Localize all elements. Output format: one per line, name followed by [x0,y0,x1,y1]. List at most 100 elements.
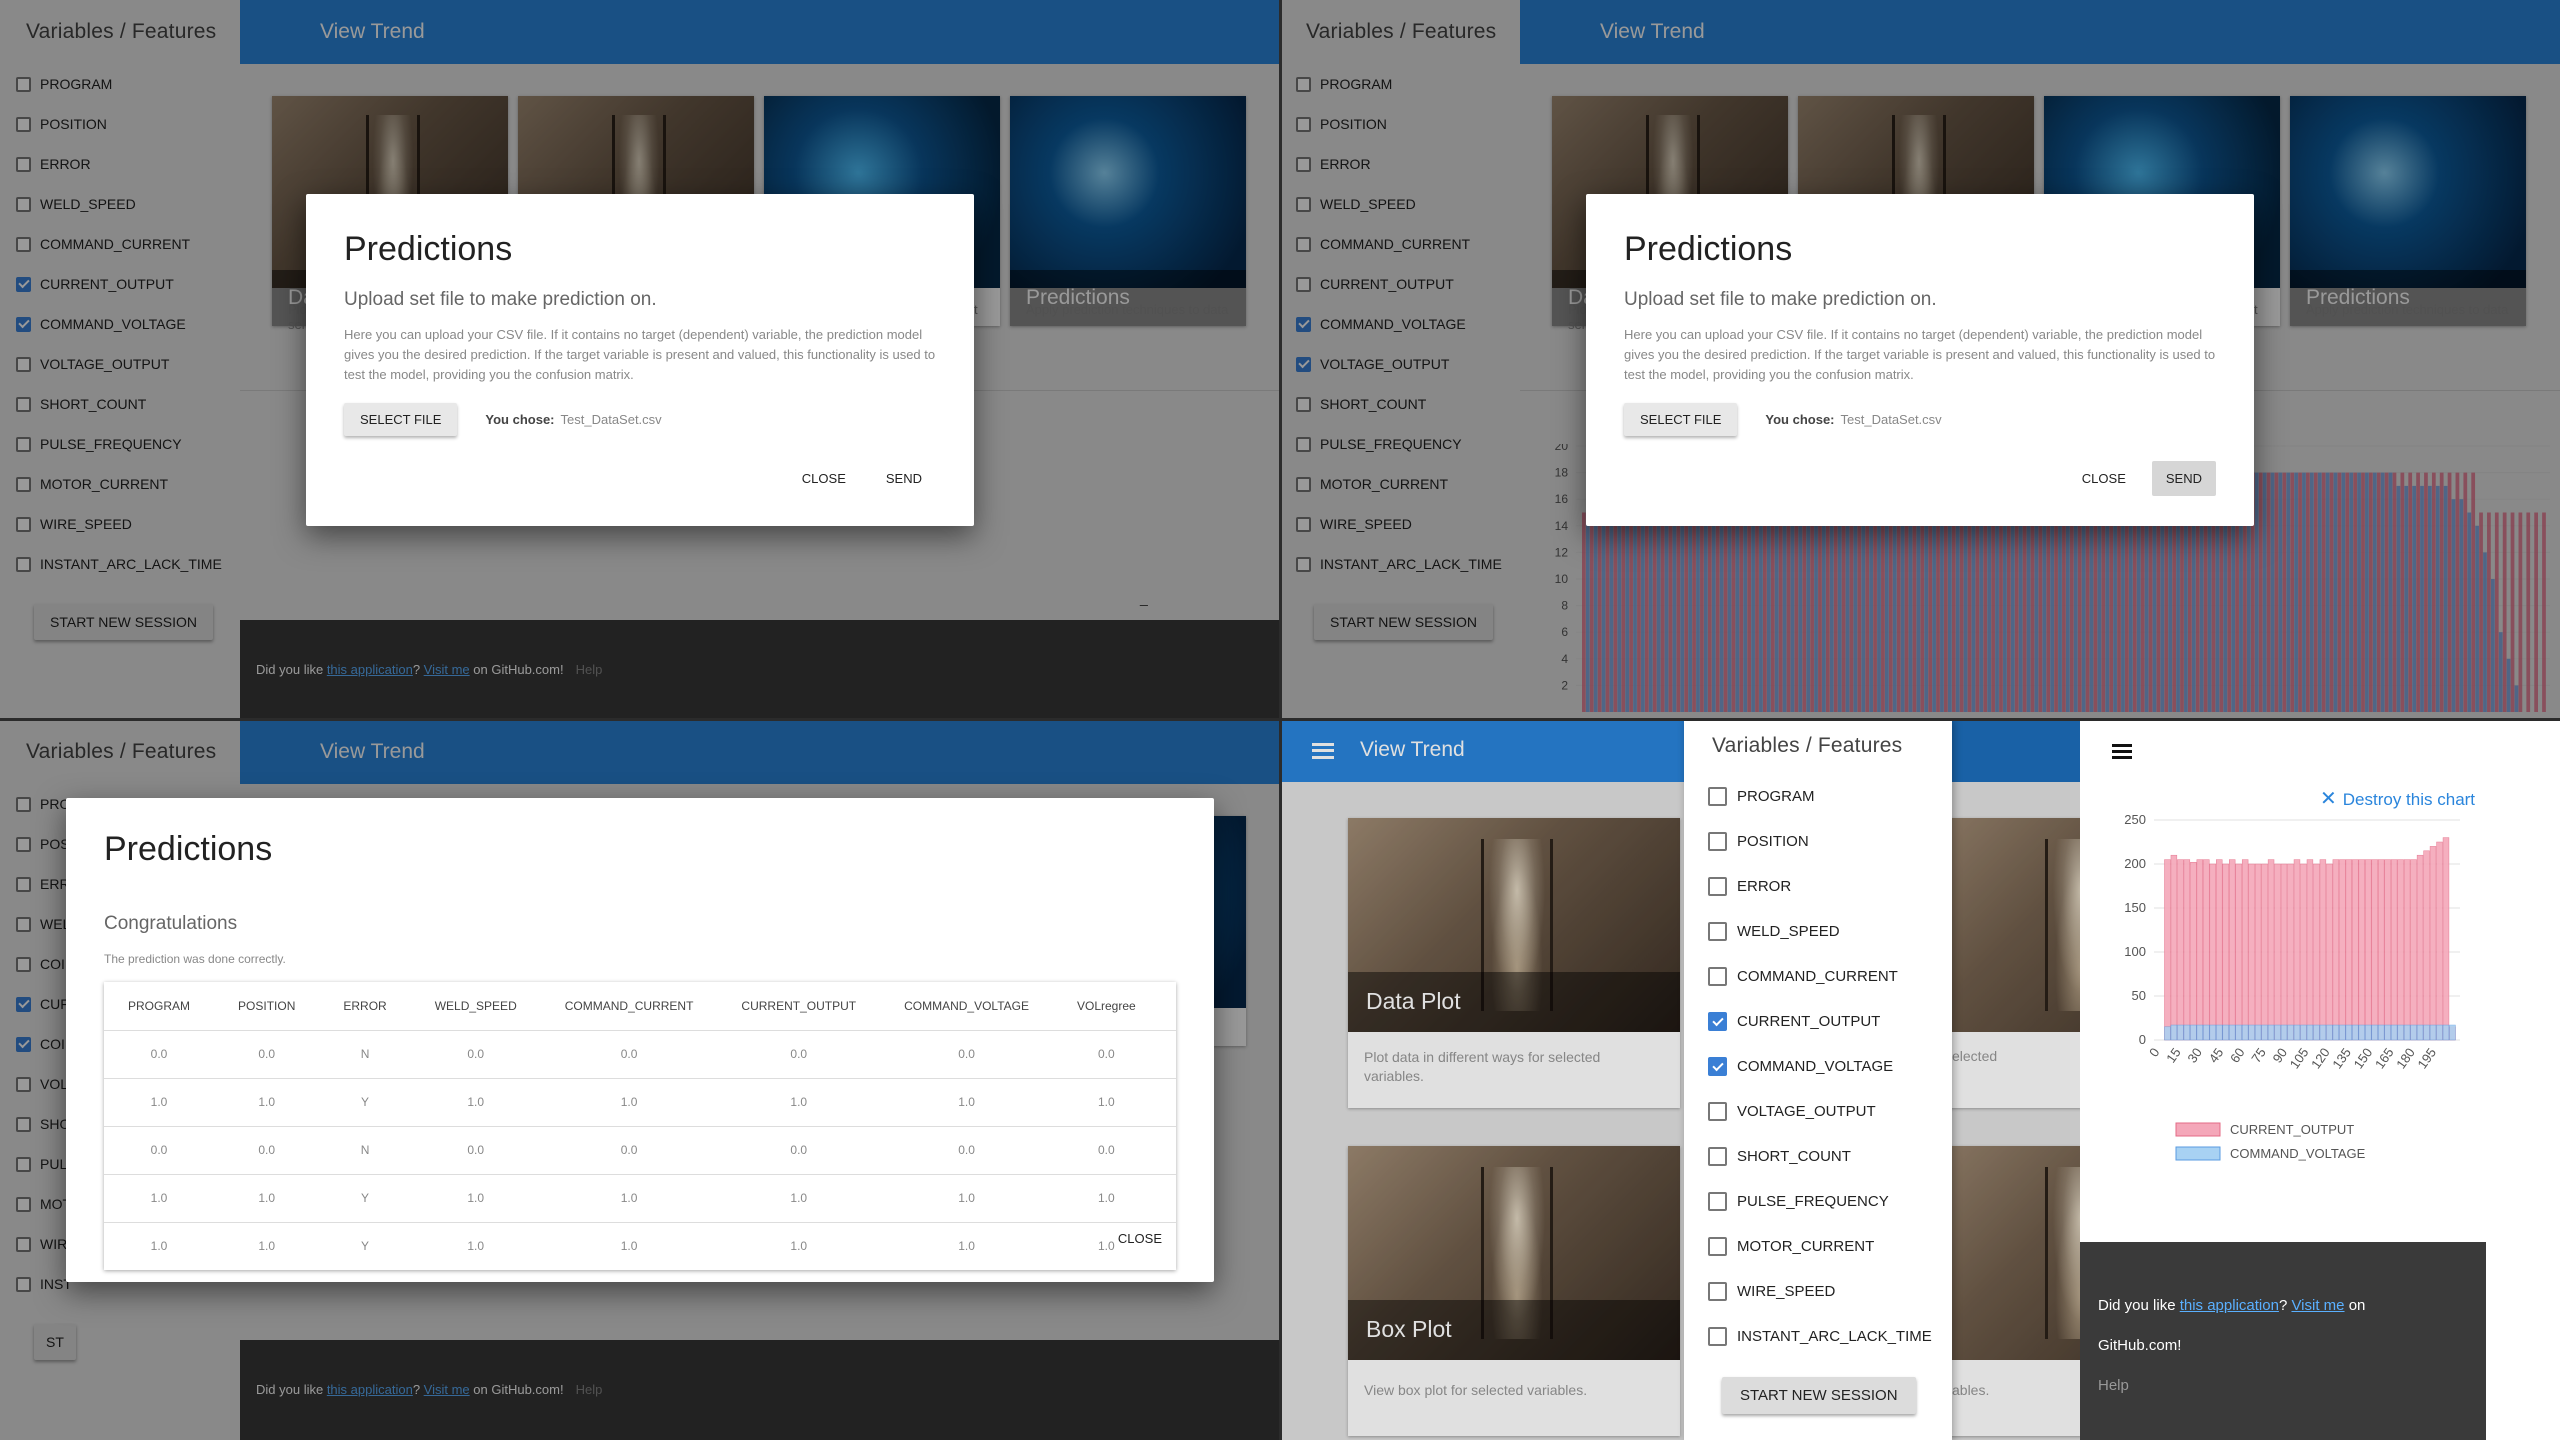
start-session-button[interactable]: START NEW SESSION [1722,1377,1916,1414]
variable-label: CURRENT_OUTPUT [1737,1013,1881,1030]
table-cell: 1.0 [104,1174,215,1223]
bar [2390,859,2398,1041]
x-tick-label: 150 [2351,1045,2376,1071]
legend-label[interactable]: COMMAND_VOLTAGE [2230,1146,2366,1161]
y-tick-label: 150 [2124,900,2146,915]
checkbox-unchecked-icon[interactable] [1708,1237,1727,1256]
variable-checkbox-command-voltage[interactable]: COMMAND_VOLTAGE [1684,1044,1952,1089]
column-header: SHORT_COU [1159,982,1176,1031]
variable-checkbox-program[interactable]: PROGRAM [1684,774,1952,819]
card-box-plot[interactable]: Box Plot View box plot for selected vari… [1348,1146,1680,1436]
bar [2397,859,2404,1041]
card-title: Data Plot [1348,972,1680,1032]
bar [2170,854,2178,1041]
bar [2241,1024,2249,1041]
select-file-button[interactable]: SELECT FILE [1624,403,1738,436]
bar [2209,1024,2216,1041]
checkbox-unchecked-icon[interactable] [1708,1102,1727,1121]
variable-checkbox-motor-current[interactable]: MOTOR_CURRENT [1684,1224,1952,1269]
bar [2410,1024,2417,1041]
variable-checkbox-current-output[interactable]: CURRENT_OUTPUT [1684,999,1952,1044]
legend-swatch[interactable] [2175,1146,2221,1161]
bar [2371,859,2378,1041]
variable-checkbox-wire-speed[interactable]: WIRE_SPEED [1684,1269,1952,1314]
checkbox-unchecked-icon[interactable] [1708,1327,1727,1346]
bar [2203,859,2210,1041]
profile-link[interactable]: Visit me [2291,1297,2344,1314]
bar [2164,1026,2171,1041]
bar [2416,854,2424,1041]
bar [2339,859,2346,1041]
variable-checkbox-instant-arc-lack-time[interactable]: INSTANT_ARC_LACK_TIME [1684,1314,1952,1359]
table-cell: 0.0 [1052,1126,1160,1175]
variable-label: WELD_SPEED [1737,923,1840,940]
bar [2248,1024,2255,1041]
variable-checkbox-short-count[interactable]: SHORT_COUNT [1684,1134,1952,1179]
menu-icon[interactable] [1312,743,1334,759]
table-cell: Y [319,1174,411,1223]
x-tick-label: 120 [2308,1045,2333,1071]
variable-checkbox-voltage-output[interactable]: VOLTAGE_OUTPUT [1684,1089,1952,1134]
checkbox-unchecked-icon[interactable] [1708,1282,1727,1301]
bar [2222,863,2229,1041]
table-cell: 0.0 [880,1126,1053,1175]
bar [2183,1024,2191,1041]
checkbox-unchecked-icon[interactable] [1708,1192,1727,1211]
table-cell: 1.0 [880,1222,1053,1270]
legend-label[interactable]: CURRENT_OUTPUT [2230,1122,2354,1137]
card-data-plot[interactable]: Data Plot Plot data in different ways fo… [1348,818,1680,1108]
menu-icon[interactable] [2112,744,2132,759]
checkbox-unchecked-icon[interactable] [1708,967,1727,986]
file-row: SELECT FILE You chose: Test_DataSet.csv [1624,403,2254,436]
table-cell: 1.0 [104,1222,215,1270]
help-link[interactable]: Help [2098,1377,2129,1394]
column-header: POSITION [214,982,320,1031]
checkbox-unchecked-icon[interactable] [1708,922,1727,941]
send-button[interactable]: SEND [872,461,936,496]
bar [2248,863,2255,1041]
bar [2436,841,2443,1041]
table-cell: 0.0 [540,1030,718,1079]
variable-checkbox-position[interactable]: POSITION [1684,819,1952,864]
checkbox-unchecked-icon[interactable] [1708,1147,1727,1166]
close-button[interactable]: CLOSE [2068,461,2140,496]
bar [2410,859,2417,1041]
bar [2319,859,2327,1041]
variable-checkbox-command-current[interactable]: COMMAND_CURRENT [1684,954,1952,999]
send-button[interactable]: SEND [2151,461,2216,496]
checkbox-checked-icon[interactable] [1708,1057,1727,1076]
variable-checkbox-pulse-frequency[interactable]: PULSE_FREQUENCY [1684,1179,1952,1224]
checkbox-unchecked-icon[interactable] [1708,832,1727,851]
bar [2436,1024,2443,1041]
bar [2196,1024,2203,1041]
table-cell: 0.0 [1052,1030,1160,1079]
table-cell: 0.0 [1159,1126,1176,1175]
file-name: Test_DataSet.csv [1840,412,1942,427]
table-cell: 1.0 [1052,1174,1160,1223]
close-button[interactable]: CLOSE [1104,1221,1176,1256]
variable-label: MOTOR_CURRENT [1737,1238,1875,1255]
variable-checkbox-weld-speed[interactable]: WELD_SPEED [1684,909,1952,954]
bar [2365,859,2372,1041]
table-row: 1.01.0Y1.01.01.01.01.01.0 [104,1174,1176,1223]
card-description: elected [1952,1048,1998,1064]
legend-swatch[interactable] [2175,1122,2221,1137]
dialog-text: The prediction was done correctly. [104,952,286,966]
x-tick-label: 60 [2227,1045,2248,1065]
select-file-button[interactable]: SELECT FILE [344,403,458,436]
close-button[interactable]: CLOSE [788,461,860,496]
bar [2183,859,2191,1041]
dialog-title: Predictions [104,830,273,868]
bar [2352,859,2359,1041]
checkbox-unchecked-icon[interactable] [1708,787,1727,806]
checkbox-checked-icon[interactable] [1708,1012,1727,1031]
bar [2190,861,2197,1041]
bar [2442,1024,2450,1041]
variable-checkbox-error[interactable]: ERROR [1684,864,1952,909]
bar [2358,1024,2365,1041]
checkbox-unchecked-icon[interactable] [1708,877,1727,896]
x-tick-label: 135 [2329,1045,2354,1071]
app-link[interactable]: this application [2180,1297,2279,1314]
y-tick-label: 200 [2124,856,2146,871]
table-cell: 0.0 [540,1126,718,1175]
